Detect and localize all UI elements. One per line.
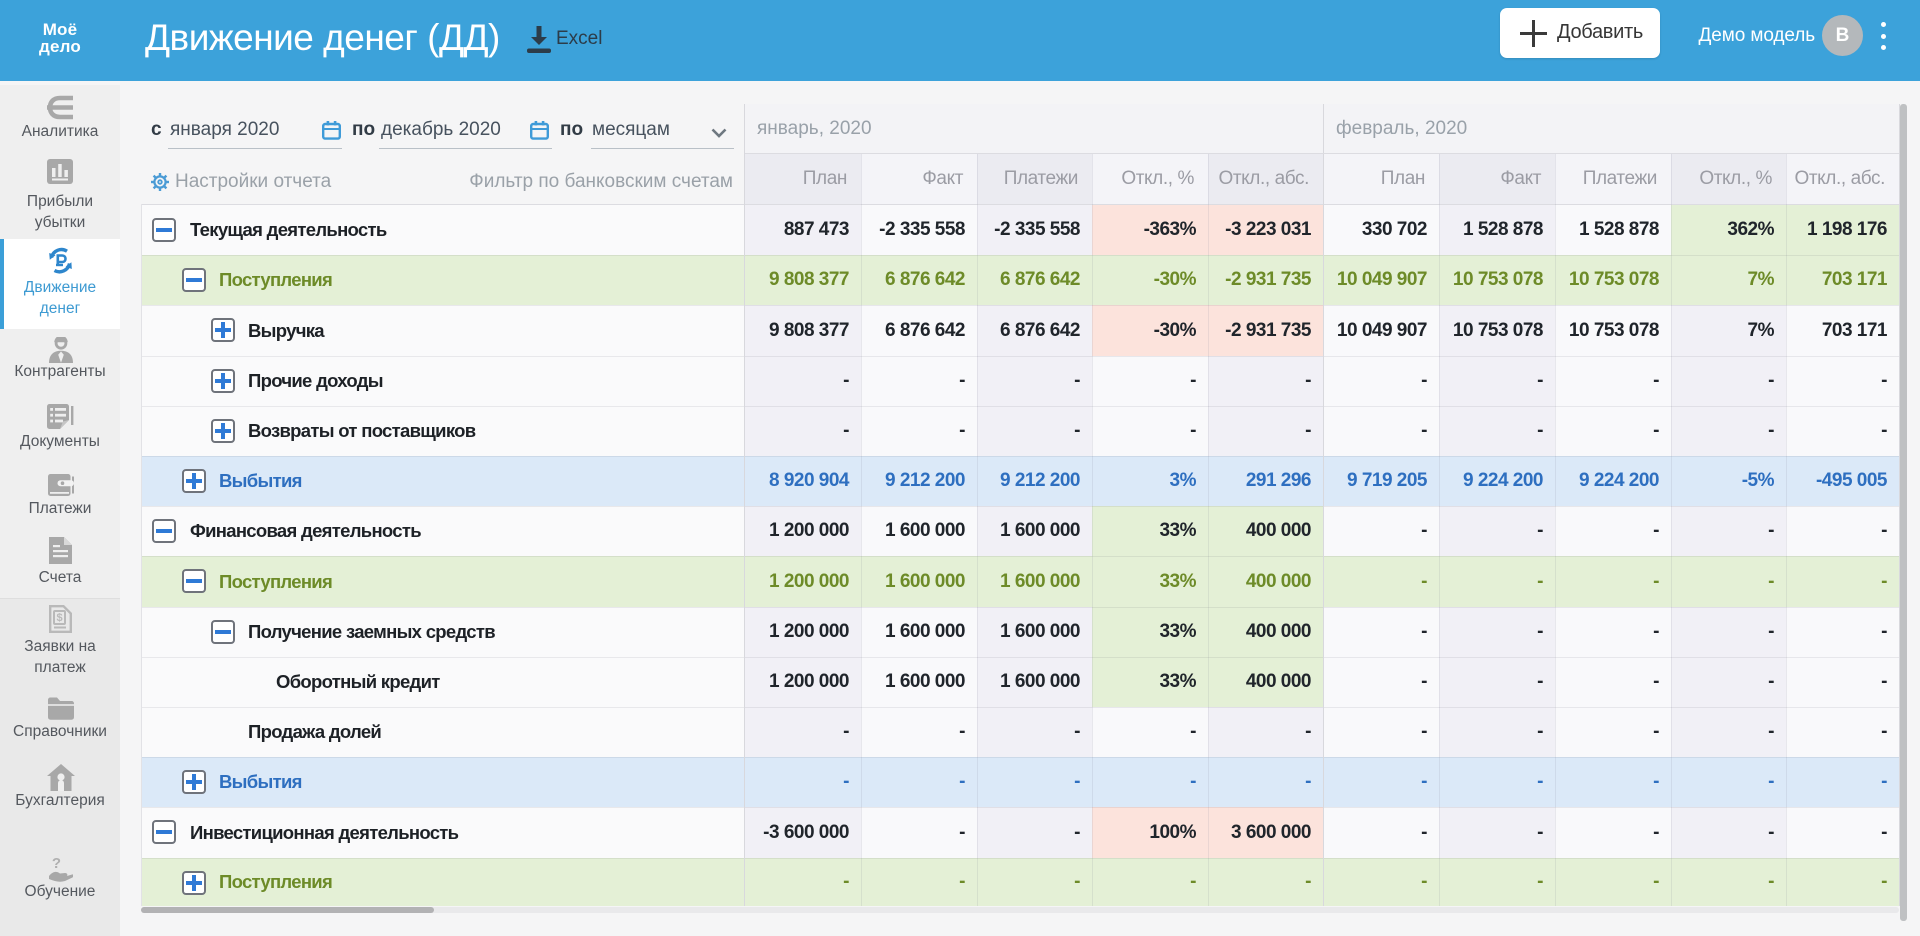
svg-text:$: $ (56, 612, 62, 624)
svg-text:?: ? (52, 856, 61, 872)
